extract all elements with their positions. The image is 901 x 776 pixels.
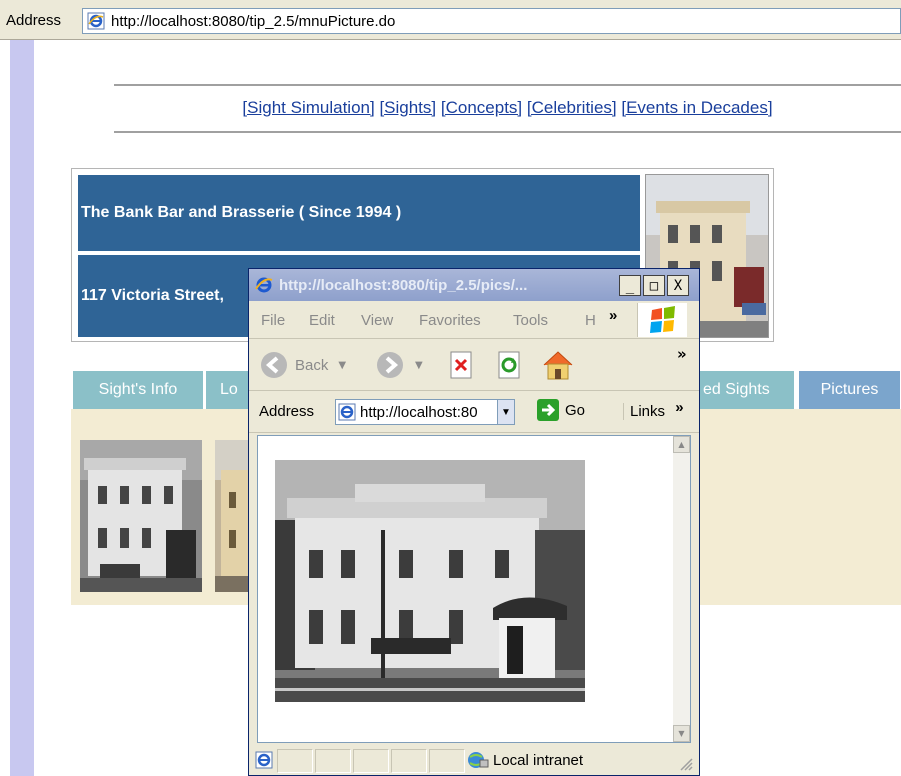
- scroll-up-button[interactable]: ▲: [673, 436, 690, 453]
- outer-address-label: Address: [6, 12, 62, 29]
- left-sidebar-strip: [10, 40, 34, 776]
- outer-address-url: http://localhost:8080/tip_2.5/mnuPicture…: [111, 12, 396, 30]
- menu-favorites[interactable]: Favorites: [419, 312, 481, 329]
- refresh-icon: [498, 351, 520, 379]
- ie-page-icon: [87, 12, 105, 30]
- menu-help[interactable]: H: [585, 312, 596, 329]
- back-arrow-icon: [261, 352, 287, 378]
- popup-title: http://localhost:8080/tip_2.5/pics/...: [279, 276, 528, 294]
- scroll-down-button[interactable]: ▼: [673, 725, 690, 742]
- toolbar-chevron-icon[interactable]: »: [677, 345, 687, 363]
- nav-link-sights[interactable]: [Sights]: [379, 98, 436, 117]
- status-cell: [277, 749, 313, 773]
- popup-address-input[interactable]: http://localhost:80 ▼: [335, 399, 515, 425]
- popup-title-bar[interactable]: http://localhost:8080/tip_2.5/pics/... _…: [249, 269, 699, 301]
- go-button[interactable]: Go: [537, 399, 585, 421]
- vertical-scrollbar[interactable]: ▲ ▼: [673, 436, 690, 742]
- ie-page-icon: [338, 403, 356, 421]
- links-chevron-icon[interactable]: »: [675, 399, 683, 416]
- enlarged-picture: [275, 460, 585, 702]
- stop-icon: [450, 351, 472, 379]
- page-status-icon: [255, 751, 273, 769]
- status-cell: [353, 749, 389, 773]
- ie-logo-icon: [255, 276, 273, 294]
- forward-arrow-icon: [377, 352, 403, 378]
- go-label: Go: [565, 401, 586, 419]
- intranet-globe-icon: [468, 752, 489, 768]
- go-arrow-icon: [537, 399, 559, 421]
- popup-menu-bar: File Edit View Favorites Tools H »: [249, 301, 699, 339]
- tab-sights-info[interactable]: Sight's Info: [73, 371, 204, 409]
- resize-grip-icon[interactable]: [679, 757, 693, 771]
- outer-address-bar: Address http://localhost:8080/tip_2.5/mn…: [0, 0, 901, 40]
- links-label: Links: [630, 403, 666, 420]
- close-button[interactable]: X: [667, 275, 689, 296]
- back-button[interactable]: Back ▼: [259, 349, 346, 381]
- maximize-button[interactable]: □: [643, 275, 665, 296]
- menu-file[interactable]: File: [261, 312, 285, 329]
- menu-edit[interactable]: Edit: [309, 312, 335, 329]
- popup-content-area: ▲ ▼: [257, 435, 691, 743]
- nav-bottom-rule: [114, 131, 901, 133]
- nav-links: [Sight Simulation] [Sights] [Concepts] […: [114, 98, 901, 118]
- popup-address-url: http://localhost:80: [360, 403, 478, 421]
- security-zone-label: Local intranet: [493, 751, 584, 769]
- status-cell: [429, 749, 465, 773]
- stop-button[interactable]: [449, 349, 475, 381]
- windows-logo-icon: [637, 303, 687, 337]
- popup-status-bar: Local intranet: [249, 745, 699, 775]
- popup-toolbar: Back ▼ ▼ »: [249, 339, 699, 391]
- links-toolbar[interactable]: Links »: [623, 399, 684, 420]
- home-button[interactable]: [541, 349, 575, 381]
- address-dropdown-icon[interactable]: ▼: [497, 400, 514, 424]
- menu-view[interactable]: View: [361, 312, 393, 329]
- forward-dropdown-icon[interactable]: ▼: [415, 360, 423, 371]
- minimize-button[interactable]: _: [619, 275, 641, 296]
- home-icon: [543, 351, 573, 380]
- nav-link-events-in-decades[interactable]: [Events in Decades]: [621, 98, 772, 117]
- nav-link-sight-simulation[interactable]: [Sight Simulation]: [242, 98, 374, 117]
- popup-address-bar: Address http://localhost:80 ▼ Go Links »: [249, 391, 699, 433]
- popup-address-label: Address: [259, 403, 315, 420]
- forward-button[interactable]: ▼: [375, 349, 423, 381]
- status-cell: [391, 749, 427, 773]
- security-zone[interactable]: Local intranet: [467, 751, 583, 769]
- tab-related-sights[interactable]: ed Sights: [691, 371, 795, 409]
- nav-top-rule: [114, 84, 901, 86]
- status-cell: [315, 749, 351, 773]
- refresh-button[interactable]: [497, 349, 523, 381]
- nav-link-concepts[interactable]: [Concepts]: [441, 98, 522, 117]
- back-label: Back: [295, 356, 329, 374]
- menu-tools[interactable]: Tools: [513, 312, 548, 329]
- outer-address-input[interactable]: http://localhost:8080/tip_2.5/mnuPicture…: [82, 8, 901, 34]
- picture-popup-window[interactable]: http://localhost:8080/tip_2.5/pics/... _…: [248, 268, 700, 776]
- picture-thumbnail[interactable]: [80, 440, 202, 592]
- nav-link-celebrities[interactable]: [Celebrities]: [527, 98, 617, 117]
- tab-pictures[interactable]: Pictures: [799, 371, 901, 409]
- sight-name: The Bank Bar and Brasserie ( Since 1994 …: [78, 175, 640, 251]
- menu-chevron-icon[interactable]: »: [609, 307, 617, 324]
- back-dropdown-icon[interactable]: ▼: [338, 360, 346, 371]
